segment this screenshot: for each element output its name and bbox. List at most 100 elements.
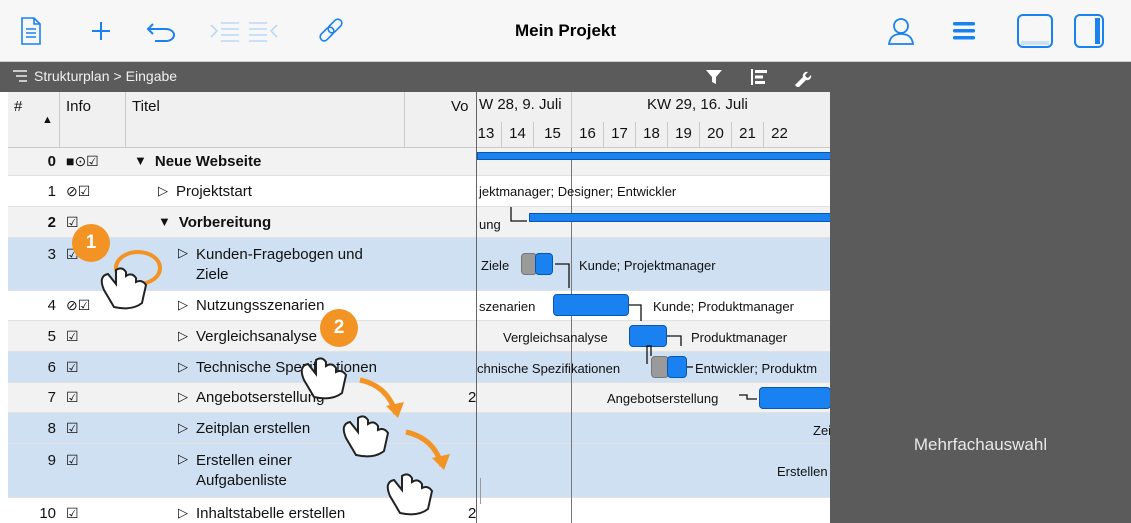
- triangle-down-icon[interactable]: ▼: [134, 153, 147, 168]
- resource-label: Kunde; Projektmanager: [579, 258, 716, 273]
- panel-bottom-icon[interactable]: [1016, 12, 1054, 50]
- gantt-header: W 28, 9. Juli KW 29, 16. Juli 13 14 15 1…: [477, 92, 830, 148]
- task-title: Technische Spezifikationen: [196, 359, 377, 376]
- task-title: Neue Webseite: [154, 153, 262, 170]
- task-label: Ziele: [481, 258, 510, 273]
- task-bar[interactable]: [759, 387, 830, 409]
- task-title: Vergleichsanalyse: [196, 328, 317, 345]
- filter-icon[interactable]: [702, 66, 726, 88]
- col-num-header[interactable]: # ▲: [8, 92, 60, 148]
- table-row[interactable]: 7 ☑ ▷ Angebotserstellung 2: [8, 383, 476, 413]
- breadcrumb-bar: Strukturplan > Eingabe: [0, 62, 830, 92]
- link-icon[interactable]: [312, 12, 350, 50]
- column-resize-handle[interactable]: [477, 478, 481, 504]
- task-title: Zeitplan erstellen: [196, 420, 311, 437]
- week-label: W 28, 9. Juli: [479, 96, 562, 113]
- plus-icon[interactable]: [82, 12, 120, 50]
- resource-label: Entwickler; Produktm: [695, 361, 818, 376]
- day-label: 20: [699, 122, 731, 148]
- day-label: 18: [635, 122, 667, 148]
- triangle-right-icon[interactable]: ▷: [178, 389, 188, 405]
- day-label: 17: [603, 122, 635, 148]
- day-label: 21: [731, 122, 763, 148]
- gantt-row: [477, 413, 830, 444]
- task-title: Erstellen einer Aufgabenliste: [196, 452, 292, 489]
- task-bar[interactable]: [535, 253, 553, 275]
- menu-icon[interactable]: [945, 12, 983, 50]
- predecessor-value: 2: [468, 389, 476, 406]
- document-icon[interactable]: [12, 12, 50, 50]
- breadcrumb: Strukturplan > Eingabe: [12, 68, 177, 84]
- outdent-icon[interactable]: [245, 12, 281, 50]
- task-title: Angebotserstellung: [196, 389, 325, 406]
- task-label: Erstellen: [777, 464, 828, 479]
- resource-label: Kunde; Produktmanager: [653, 299, 794, 314]
- table-row[interactable]: 5 ☑ ▷ Vergleichsanalyse: [8, 321, 476, 352]
- triangle-right-icon[interactable]: ▷: [178, 328, 188, 344]
- week-label: KW 29, 16. Juli: [647, 96, 748, 113]
- table-row[interactable]: 1 ⊘☑ ▷ Projektstart: [8, 176, 476, 207]
- table-row[interactable]: 9 ☑ ▷ Erstellen einer Aufgabenliste: [8, 444, 476, 498]
- task-label: ung: [479, 217, 501, 232]
- task-bar[interactable]: [667, 356, 687, 378]
- step-badge: 2: [320, 309, 358, 347]
- breadcrumb-current: Eingabe: [125, 68, 178, 84]
- triangle-down-icon[interactable]: ▼: [158, 214, 171, 229]
- day-label: 13: [477, 125, 495, 142]
- inspector-panel: Mehrfachauswahl: [830, 62, 1131, 523]
- table-header: # ▲ Info Titel Vo: [8, 92, 476, 148]
- triangle-right-icon[interactable]: ▷: [178, 451, 188, 467]
- project-title: Mein Projekt: [514, 21, 617, 40]
- triangle-right-icon[interactable]: ▷: [158, 183, 168, 199]
- toolbar: Mein Projekt: [0, 0, 1131, 62]
- task-title: Inhaltstabelle erstellen: [196, 505, 346, 522]
- align-icon[interactable]: [748, 66, 772, 88]
- gantt-row: [477, 207, 830, 238]
- indent-icon[interactable]: [207, 12, 243, 50]
- step-badge: 1: [72, 224, 110, 262]
- summary-bar[interactable]: [477, 152, 830, 160]
- sort-ascending-icon: ▲: [42, 114, 53, 126]
- table-row[interactable]: 0 ■⊙☑ ▼ Neue Webseite: [8, 148, 476, 176]
- day-label: 16: [571, 122, 603, 148]
- triangle-right-icon[interactable]: ▷: [178, 359, 188, 375]
- predecessor-value: 2: [468, 505, 476, 522]
- triangle-right-icon[interactable]: ▷: [178, 245, 188, 261]
- task-label: Angebotserstellung: [607, 391, 719, 406]
- task-title: Kunden-Fragebogen und Ziele: [196, 246, 363, 283]
- task-label: Zei: [813, 423, 830, 438]
- task-title: Projektstart: [176, 183, 252, 200]
- wrench-icon[interactable]: [790, 66, 814, 88]
- day-label: 22: [763, 122, 795, 148]
- table-row[interactable]: 6 ☑ ▷ Technische Spezifikationen: [8, 352, 476, 383]
- undo-icon[interactable]: [143, 12, 181, 50]
- triangle-right-icon[interactable]: ▷: [178, 297, 188, 313]
- task-label: chnische Spezifikationen: [477, 361, 621, 376]
- day-label: 15: [533, 122, 571, 148]
- summary-bar[interactable]: [529, 213, 830, 222]
- task-title: Vorbereitung: [178, 214, 272, 231]
- resource-label: Produktmanager: [691, 330, 788, 345]
- col-info-header[interactable]: Info: [60, 92, 126, 148]
- multi-selection-label: Mehrfachauswahl: [913, 435, 1048, 454]
- task-title: Nutzungsszenarien: [196, 297, 325, 314]
- outline-icon: [13, 70, 27, 82]
- table-row[interactable]: 8 ☑ ▷ Zeitplan erstellen: [8, 413, 476, 444]
- col-title-header[interactable]: Titel: [126, 92, 405, 148]
- col-vo-header[interactable]: Vo: [405, 92, 476, 148]
- triangle-right-icon[interactable]: ▷: [178, 420, 188, 436]
- breadcrumb-root[interactable]: Strukturplan: [34, 68, 109, 84]
- task-bar[interactable]: [629, 325, 667, 347]
- table-row[interactable]: 10 ☑ ▷ Inhaltstabelle erstellen 2: [8, 498, 476, 523]
- panel-right-icon[interactable]: [1070, 12, 1108, 50]
- gantt-chart: W 28, 9. Juli KW 29, 16. Juli 13 14 15 1…: [476, 92, 830, 523]
- task-table: # ▲ Info Titel Vo 0 ■⊙☑ ▼ Neue Webseite 1…: [8, 92, 476, 523]
- table-row[interactable]: 4 ⊘☑ ▷ Nutzungsszenarien: [8, 291, 476, 321]
- resource-label: jektmanager; Designer; Entwickler: [479, 184, 677, 199]
- chevron-right-icon: >: [113, 68, 122, 84]
- triangle-right-icon[interactable]: ▷: [178, 505, 188, 521]
- person-icon[interactable]: [882, 12, 920, 50]
- day-label: 19: [667, 122, 699, 148]
- day-label: 14: [501, 122, 533, 148]
- task-bar[interactable]: [553, 294, 629, 316]
